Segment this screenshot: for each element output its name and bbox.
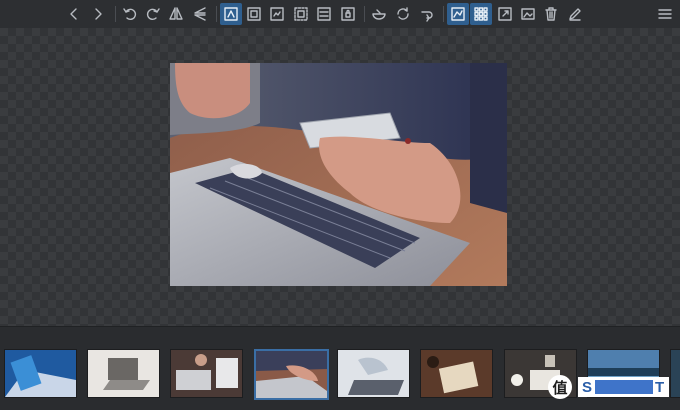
image-canvas[interactable] xyxy=(0,28,680,326)
zoom-fit-width-icon[interactable] xyxy=(266,3,288,25)
toolbar xyxy=(0,0,680,28)
chevron-right-icon[interactable] xyxy=(87,3,109,25)
bowl-icon[interactable] xyxy=(368,3,390,25)
toolbar-divider xyxy=(443,6,444,22)
watermark-text-start: S xyxy=(582,378,594,396)
thumbnail[interactable] xyxy=(670,349,680,398)
rotate-left-icon[interactable] xyxy=(119,3,141,25)
trash-icon[interactable] xyxy=(540,3,562,25)
fit-window-icon[interactable] xyxy=(220,3,242,25)
watermark-mask xyxy=(595,380,654,394)
watermark-text: S T xyxy=(578,377,670,397)
lock-icon[interactable] xyxy=(337,3,359,25)
pen-icon[interactable] xyxy=(564,3,586,25)
thumbnail[interactable] xyxy=(87,349,160,398)
image-edit-icon[interactable] xyxy=(517,3,539,25)
zoom-fit-height-icon[interactable] xyxy=(290,3,312,25)
refresh-icon[interactable] xyxy=(392,3,414,25)
thumbnail[interactable] xyxy=(420,349,493,398)
grid-icon[interactable] xyxy=(470,3,492,25)
rotate-right-icon[interactable] xyxy=(142,3,164,25)
toolbar-divider xyxy=(364,6,365,22)
thumbnail[interactable] xyxy=(4,349,77,398)
toolbar-divider xyxy=(115,6,116,22)
watermark-logo: 值 xyxy=(548,375,572,399)
thumbnail-selected[interactable] xyxy=(254,349,329,400)
watermark-text-end: T xyxy=(655,378,666,396)
watermark: 值 S T xyxy=(548,374,670,400)
fullscreen-icon[interactable] xyxy=(494,3,516,25)
actual-size-icon[interactable] xyxy=(243,3,265,25)
thumbnail[interactable] xyxy=(337,349,410,398)
histogram-icon[interactable] xyxy=(447,3,469,25)
chevron-left-icon[interactable] xyxy=(63,3,85,25)
redo-icon[interactable] xyxy=(416,3,438,25)
main-image xyxy=(170,63,507,286)
flip-vertical-icon[interactable] xyxy=(189,3,211,25)
flip-horizontal-icon[interactable] xyxy=(165,3,187,25)
thumbnail[interactable] xyxy=(170,349,243,398)
menu-icon[interactable] xyxy=(654,3,676,25)
toolbar-divider xyxy=(216,6,217,22)
crop-icon[interactable] xyxy=(313,3,335,25)
